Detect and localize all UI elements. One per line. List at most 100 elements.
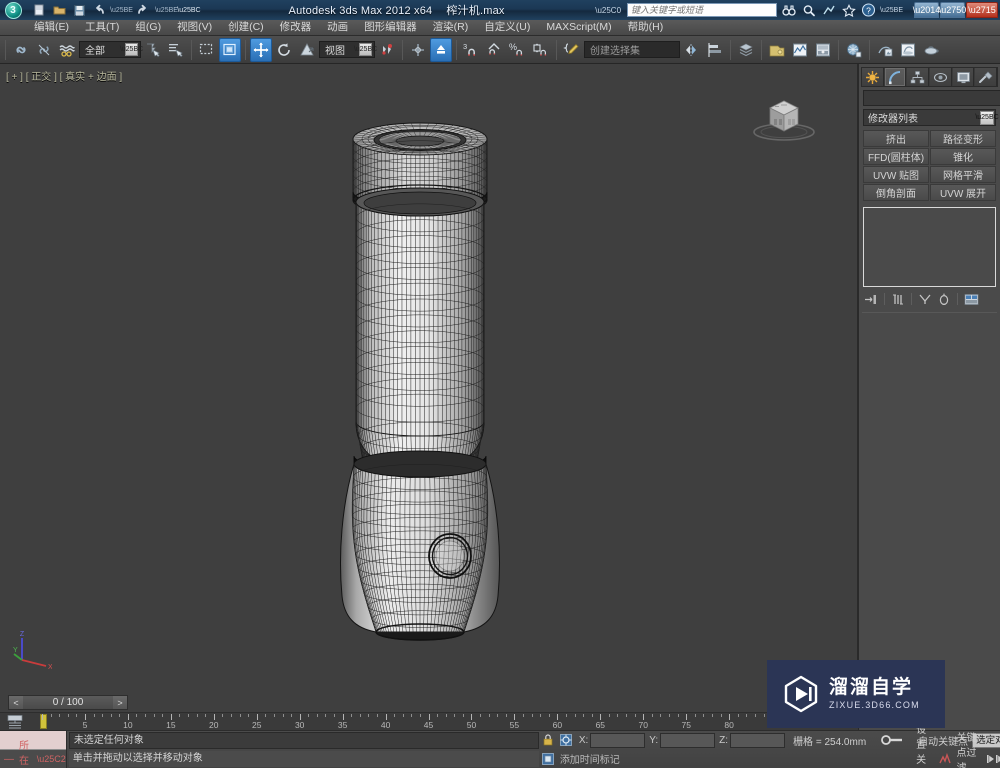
qat-customize-icon[interactable]: \u25BC (177, 2, 200, 19)
modifier-meshsmooth[interactable]: 网格平滑 (930, 166, 996, 183)
help-dropdown-icon[interactable]: \u25BE (880, 7, 903, 14)
new-file-icon[interactable] (30, 2, 48, 19)
menu-views[interactable]: 视图(V) (169, 20, 220, 35)
coord-x-input[interactable] (590, 732, 646, 748)
selection-filter-dropdown[interactable]: 全部 \u25BC (79, 41, 143, 58)
tab-hierarchy[interactable] (907, 68, 930, 86)
redo-icon[interactable] (135, 2, 153, 19)
render-frame-window-icon[interactable] (874, 38, 896, 62)
set-key-label[interactable]: 设置关键点 (916, 721, 934, 768)
remove-modifier-icon[interactable] (936, 292, 952, 307)
help-icon[interactable]: ? (860, 2, 877, 18)
prev-frame-button[interactable]: < (9, 696, 23, 709)
angle-snap-toggle-icon[interactable] (484, 38, 506, 62)
object-name-input[interactable] (863, 90, 1000, 106)
close-button[interactable]: \u2715 (966, 2, 998, 18)
reference-coordinate-dropdown[interactable]: 视图 \u25BC (319, 41, 377, 58)
snaps-toggle-3d-icon[interactable]: 3 (461, 38, 483, 62)
curve-editor-icon[interactable] (766, 38, 788, 62)
render-setup-icon[interactable] (843, 38, 865, 62)
select-and-scale-icon[interactable] (296, 38, 318, 62)
select-and-rotate-icon[interactable] (273, 38, 295, 62)
menu-graph-editors[interactable]: 图形编辑器 (356, 20, 425, 35)
spinner-snap-toggle-icon[interactable] (530, 38, 552, 62)
tab-utilities[interactable] (975, 68, 998, 86)
magnifier-icon[interactable] (800, 2, 817, 18)
lock-selection-icon[interactable] (539, 732, 557, 749)
chevron-down-icon[interactable]: \u25BC (975, 110, 999, 125)
pin-stack-icon[interactable] (863, 292, 879, 307)
set-key-button-icon[interactable] (938, 750, 952, 767)
menu-modifiers[interactable]: 修改器 (272, 20, 320, 35)
select-object-icon[interactable] (142, 38, 164, 62)
modifier-taper[interactable]: 锥化 (930, 148, 996, 165)
material-editor-icon[interactable] (812, 38, 834, 62)
minimize-button[interactable]: \u2014 (913, 2, 940, 18)
modifier-list-dropdown[interactable]: 修改器列表 \u25BC (863, 109, 999, 126)
coord-y-input[interactable] (660, 732, 716, 748)
tab-modify[interactable] (884, 68, 907, 86)
menu-animation[interactable]: 动画 (319, 20, 356, 35)
infocenter-expand-icon[interactable]: \u25C0 (595, 6, 621, 15)
menu-edit[interactable]: 编辑(E) (26, 20, 77, 35)
save-file-icon[interactable] (70, 2, 88, 19)
use-selection-center-icon[interactable] (407, 38, 429, 62)
favorites-star-icon[interactable] (840, 2, 857, 18)
viewport-label[interactable]: [ + ] [ 正交 ] [ 真实 + 边面 ] (6, 68, 122, 83)
search-input[interactable] (627, 3, 778, 17)
rectangular-selection-region-icon[interactable] (196, 38, 218, 62)
menu-customize[interactable]: 自定义(U) (476, 20, 538, 35)
edit-named-selection-sets-icon[interactable] (561, 38, 583, 62)
max-orb-icon[interactable]: 3 (4, 1, 22, 19)
absolute-relative-icon[interactable] (557, 732, 575, 749)
unlink-selection-icon[interactable] (33, 38, 55, 62)
maxscript-listener-input[interactable] (0, 731, 66, 750)
add-time-tag-label[interactable]: 添加时间标记 (560, 751, 620, 766)
make-unique-icon[interactable] (917, 292, 933, 307)
open-file-icon[interactable] (50, 2, 68, 19)
view-cube[interactable] (748, 88, 820, 146)
goto-start-icon[interactable] (986, 750, 1000, 767)
modifier-stack-list[interactable] (863, 207, 996, 287)
menu-group[interactable]: 组(G) (127, 20, 169, 35)
chevron-down-icon[interactable]: \u25BC (120, 43, 143, 56)
time-slider[interactable]: < 0 / 100 > (8, 695, 128, 710)
modifier-unwrap-uvw[interactable]: UVW 展开 (930, 184, 996, 201)
open-mini-curve-editor-icon[interactable] (4, 714, 26, 729)
modifier-extrude[interactable]: 挤出 (863, 130, 929, 147)
coord-z-input[interactable] (730, 732, 786, 748)
mirror-icon[interactable] (681, 38, 703, 62)
tab-create[interactable] (862, 68, 884, 86)
next-frame-button[interactable]: > (113, 696, 127, 709)
undo-icon[interactable] (90, 2, 108, 19)
show-end-result-icon[interactable] (890, 292, 906, 307)
search-binoculars-icon[interactable] (780, 2, 797, 18)
select-and-manipulate-icon[interactable] (430, 37, 452, 62)
modifier-ffd-cyl[interactable]: FFD(圆柱体) (863, 148, 929, 165)
layer-manager-icon[interactable] (735, 38, 757, 62)
app-logo[interactable]: 3 (0, 0, 26, 20)
render-iterative-icon[interactable] (920, 38, 942, 62)
percent-snap-toggle-icon[interactable]: % (507, 38, 529, 62)
tab-motion[interactable] (930, 68, 952, 86)
menu-create[interactable]: 创建(C) (220, 20, 272, 35)
align-icon[interactable] (704, 38, 726, 62)
select-and-move-icon[interactable] (250, 37, 272, 62)
bind-to-space-warp-icon[interactable] (56, 38, 78, 62)
juicer-blender-wireframe-model[interactable] (320, 104, 540, 664)
maxscript-mini-listener[interactable]: — 所在行: \u25C2 (0, 731, 67, 768)
maximize-button[interactable]: \u2750 (939, 2, 966, 18)
select-by-name-icon[interactable] (165, 38, 187, 62)
chevron-down-icon[interactable]: \u25BC (354, 43, 377, 56)
menu-help[interactable]: 帮助(H) (620, 20, 672, 35)
use-pivot-point-center-icon[interactable] (376, 38, 398, 62)
menu-maxscript[interactable]: MAXScript(M) (538, 20, 619, 35)
select-and-link-icon[interactable] (10, 38, 32, 62)
menu-rendering[interactable]: 渲染(R) (425, 20, 477, 35)
menu-tools[interactable]: 工具(T) (77, 20, 127, 35)
schematic-view-icon[interactable] (789, 38, 811, 62)
configure-modifier-sets-icon[interactable] (963, 292, 979, 307)
modifier-bevel-profile[interactable]: 倒角剖面 (863, 184, 929, 201)
viewport[interactable]: [ + ] [ 正交 ] [ 真实 + 边面 ] Z X Y (0, 64, 858, 694)
window-crossing-toggle-icon[interactable] (219, 37, 241, 62)
